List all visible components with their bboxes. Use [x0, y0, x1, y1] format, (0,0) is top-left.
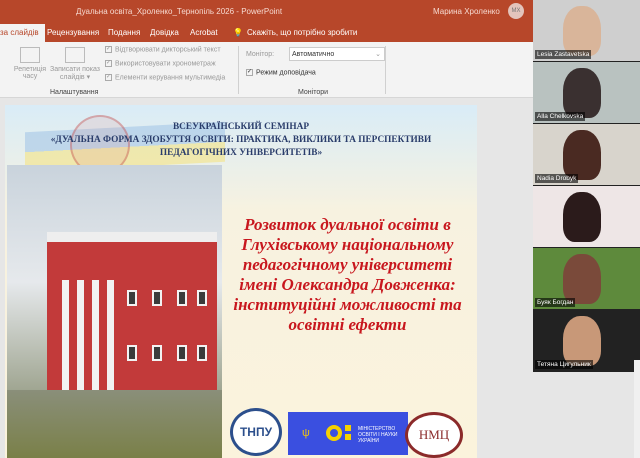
participant-video-tile[interactable]: Тетяна Цигульник — [533, 310, 640, 372]
checkbox-presenter-view[interactable]: ✓ Режим доповідача — [246, 69, 316, 76]
participant-name: Lesia Zastavetska — [535, 50, 592, 59]
tell-me-search[interactable]: Скажіть, що потрібно зробити — [247, 28, 357, 37]
tab-acrobat[interactable]: Acrobat — [190, 28, 218, 37]
participant-name: Nadia Drobyk — [535, 174, 579, 183]
checkbox-media-controls[interactable]: ✓ Елементи керування мультимедіа — [105, 74, 225, 81]
participant-video-tile[interactable] — [533, 186, 640, 248]
participant-video — [563, 254, 601, 304]
seminar-heading: ВСЕУКРАЇНСЬКИЙ СЕМІНАР — [172, 122, 310, 132]
trident-icon: ψ — [302, 427, 310, 439]
divider — [238, 46, 239, 94]
participant-video-tile[interactable]: Alla Chelkovska — [533, 62, 640, 124]
group-label-setup: Налаштування — [50, 89, 99, 96]
participant-video — [563, 192, 601, 242]
chevron-down-icon: ⌄ — [375, 51, 381, 58]
group-label-monitors: Монітори — [298, 89, 329, 96]
window-title: Дуальна освіта_Хроленко_Тернопіль 2026 -… — [76, 7, 283, 16]
scrollbar[interactable] — [634, 360, 640, 458]
stopwatch-icon — [20, 47, 40, 63]
tab-slide-show[interactable]: за слайдів — [0, 24, 45, 42]
participant-video — [563, 68, 601, 118]
tab-help[interactable]: Довідка — [150, 28, 179, 37]
tab-review[interactable]: Рецензування — [47, 28, 99, 37]
monitor-select[interactable]: Автоматично ⌄ — [289, 47, 385, 61]
seminar-title-line1: «ДУАЛЬНА ФОРМА ЗДОБУТТЯ ОСВІТИ: ПРАКТИКА… — [50, 135, 432, 145]
tnpu-logo: ТНПУ — [230, 408, 282, 456]
lightbulb-icon: 💡 — [233, 28, 243, 37]
record-icon — [65, 47, 85, 63]
participant-video-tile[interactable]: Nadia Drobyk — [533, 124, 640, 186]
user-name[interactable]: Марина Хроленко — [433, 7, 500, 16]
participant-video — [563, 6, 601, 56]
video-participants-panel: Lesia Zastavetska Alla Chelkovska Nadia Dr… — [533, 0, 640, 372]
slide: ВСЕУКРАЇНСЬКИЙ СЕМІНАР «ДУАЛЬНА ФОРМА ЗД… — [5, 105, 477, 458]
slide-title: Розвиток дуальної освіти в Глухівському … — [233, 215, 462, 334]
tab-view[interactable]: Подання — [108, 28, 140, 37]
seminar-title-line2: ПЕДАГОГІЧНИХ УНІВЕРСИТЕТІВ» — [159, 148, 323, 158]
participant-name: Тетяна Цигульник — [535, 360, 593, 369]
participant-name: Alla Chelkovska — [535, 112, 586, 121]
participant-name: Буяк Богдан — [535, 298, 576, 307]
avatar[interactable]: МХ — [508, 3, 524, 19]
checkbox-play-narrations[interactable]: ✓ Відтворювати дикторський текст — [105, 46, 221, 53]
ministry-logo: ψ МІНІСТЕРСТВО ОСВІТИ І НАУКИ УКРАЇНИ — [288, 412, 408, 455]
participant-video — [563, 316, 601, 366]
participant-video-tile[interactable]: Lesia Zastavetska — [533, 0, 640, 62]
university-building-photo — [7, 165, 222, 458]
participant-video-tile[interactable]: Буяк Богдан — [533, 248, 640, 310]
nmc-logo: НМЦ — [405, 412, 463, 458]
monitor-label: Монітор: — [246, 51, 275, 58]
ribbon-tabs: за слайдів Рецензування Подання Довідка … — [0, 22, 533, 42]
participant-video — [563, 130, 601, 180]
title-bar: Дуальна освіта_Хроленко_Тернопіль 2026 -… — [0, 0, 533, 22]
rehearse-timings-button[interactable]: Репетиція часу — [10, 66, 50, 80]
record-slide-show-button[interactable]: Записати показ слайдів ▾ — [48, 66, 102, 81]
checkbox-use-timings[interactable]: ✓ Використовувати хронометраж — [105, 60, 216, 67]
ribbon: Репетиція часу Записати показ слайдів ▾ … — [0, 42, 533, 98]
divider — [385, 46, 386, 94]
